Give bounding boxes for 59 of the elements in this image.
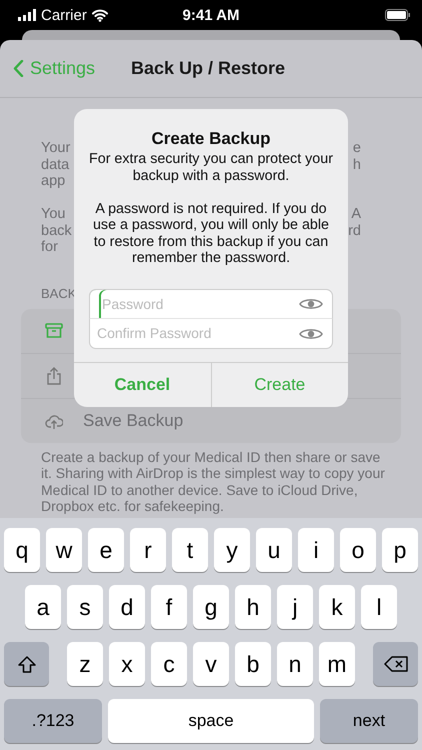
body-text: for (41, 239, 58, 256)
body-text: back (41, 222, 72, 239)
keyboard-key[interactable]: f (151, 585, 187, 629)
keyboard-key[interactable]: y (214, 528, 250, 572)
next-key[interactable]: next (320, 699, 418, 743)
clock-time: 9:41 AM (182, 6, 240, 24)
keyboard-key[interactable]: a (25, 585, 61, 629)
dialog-message: For extra security you can protect your backup with a password. (88, 151, 334, 184)
keyboard-key[interactable]: m (319, 642, 355, 686)
keyboard-key[interactable]: t (172, 528, 208, 572)
keyboard-key[interactable]: s (67, 585, 103, 629)
numbers-key[interactable]: .?123 (4, 699, 102, 743)
delete-key[interactable] (373, 642, 418, 686)
battery-icon (385, 9, 410, 21)
body-text: data (41, 156, 70, 173)
dialog-message: A password is not required. If you do use a password, you will only be able to restore from this backup if you can remember the password. (92, 200, 330, 266)
keyboard-key[interactable]: h (235, 585, 271, 629)
keyboard-key[interactable]: u (256, 528, 292, 572)
section-header: BACK (41, 286, 76, 300)
space-bar[interactable]: space (108, 699, 314, 743)
keyboard-key[interactable]: d (109, 585, 145, 629)
password-field[interactable]: Confirm Password (89, 318, 333, 348)
keyboard-key[interactable]: r (130, 528, 166, 572)
keyboard-key[interactable]: o (340, 528, 376, 572)
keyboard-key[interactable]: x (109, 642, 145, 686)
page-title: Back Up / Restore (130, 58, 286, 79)
footer-text: Create a backup of your Medical ID then share or save it. Sharing with AirDrop is the simplest way to copy your Medical ID to another device. Save to iCloud Drive, Dropbox etc. for safekeeping. (41, 448, 386, 514)
carrier-name: Carrier (41, 6, 87, 24)
delete-icon (384, 655, 408, 673)
chevron-left-icon (13, 60, 24, 77)
keyboard-key[interactable]: p (382, 528, 418, 572)
keyboard-key[interactable]: j (277, 585, 313, 629)
shift-icon (16, 654, 36, 674)
wifi-icon (92, 8, 108, 22)
keyboard-key[interactable]: l (361, 585, 397, 629)
body-text: rd (348, 222, 361, 239)
password-field[interactable]: Password (89, 288, 333, 318)
keyboard-key[interactable]: e (88, 528, 124, 572)
keyboard-key[interactable]: z (67, 642, 103, 686)
keyboard-key[interactable]: v (193, 642, 229, 686)
body-text: h (352, 156, 361, 173)
keyboard-key[interactable]: b (235, 642, 271, 686)
keyboard-key[interactable]: q (4, 528, 40, 572)
keyboard-key[interactable]: w (46, 528, 82, 572)
share-icon (45, 366, 63, 384)
keyboard-key[interactable]: k (319, 585, 355, 629)
archive-box-icon (45, 322, 63, 340)
shift-key[interactable] (4, 642, 49, 686)
signal-icon (18, 9, 36, 21)
body-text: A (351, 206, 361, 222)
keyboard-key[interactable]: c (151, 642, 187, 686)
body-text: Your (41, 140, 70, 156)
body-text: app (41, 173, 66, 190)
keyboard-key[interactable]: n (277, 642, 313, 686)
body-text: You (41, 206, 66, 222)
dialog-title: Create Backup (151, 129, 271, 149)
keyboard-key[interactable]: g (193, 585, 229, 629)
body-text: e (352, 140, 361, 156)
keyboard-key[interactable]: i (298, 528, 334, 572)
